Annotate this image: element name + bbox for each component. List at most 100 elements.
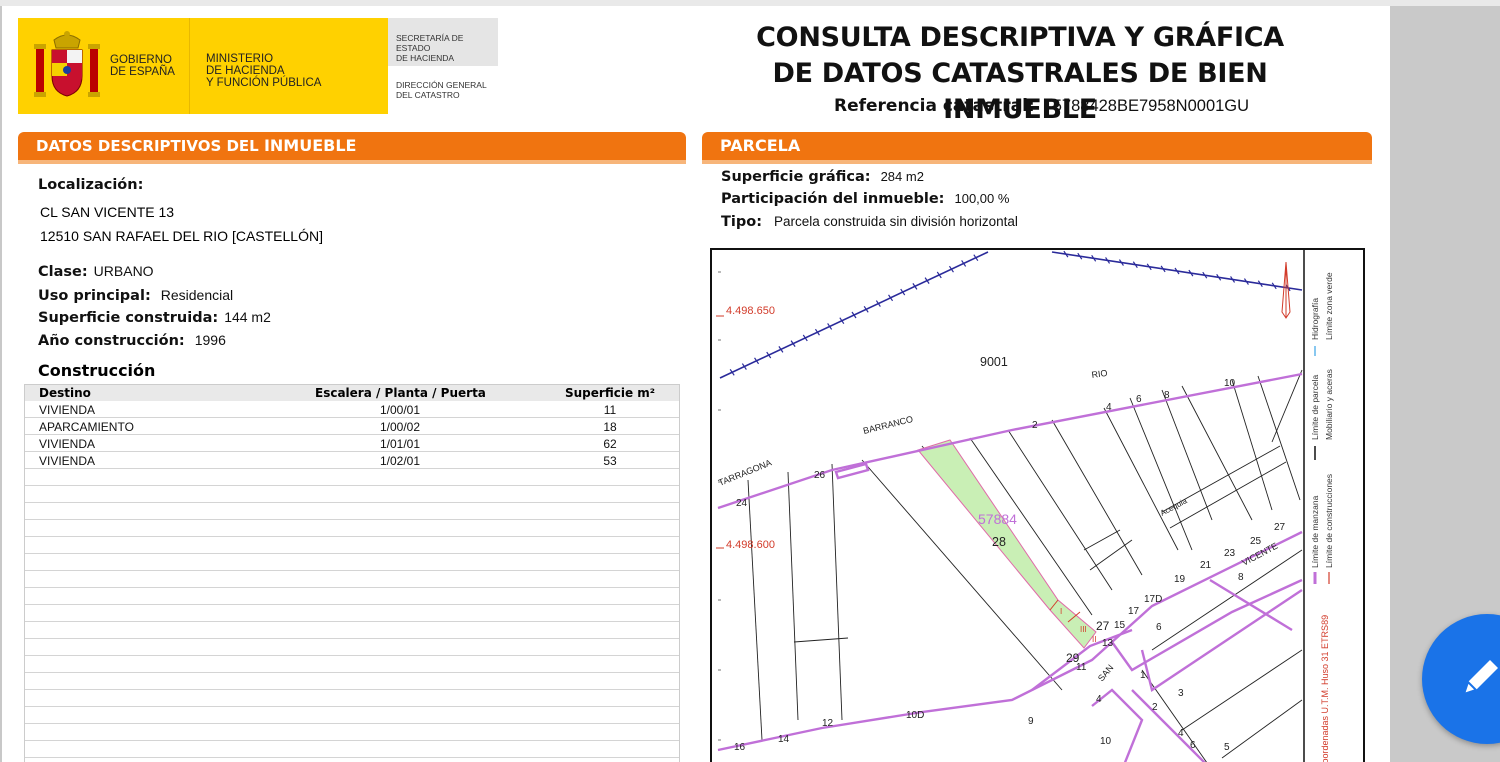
- referencia-catastral: Referencia catastral: 5788428BE7958N0001G…: [834, 96, 1249, 116]
- cell-destino: VIVIENDA: [39, 403, 96, 417]
- block-boundaries: [717, 372, 1303, 762]
- map-number: 25: [1250, 536, 1262, 547]
- document-page: GOBIERNO DE ESPAÑA MINISTERIO DE HACIEND…: [2, 6, 1390, 762]
- ministerio-label: MINISTERIO DE HACIENDA Y FUNCIÓN PÚBLICA: [206, 53, 322, 89]
- uso-value: Residencial: [160, 287, 234, 303]
- map-number: 21: [1200, 560, 1212, 571]
- cell-superficie: 11: [603, 403, 617, 417]
- map-number: 16: [734, 742, 746, 753]
- map-label-parcel-id: 57884: [978, 511, 1017, 527]
- empty-row: [25, 486, 679, 503]
- empty-row: [25, 622, 679, 639]
- legend-hidrografia: Hidrografía: [1310, 298, 1320, 340]
- gobierno-logo: GOBIERNO DE ESPAÑA MINISTERIO DE HACIEND…: [18, 18, 388, 114]
- anio-label: Año construcción:: [38, 333, 185, 349]
- clase-value: URBANO: [93, 263, 154, 279]
- boundary-crosses: [729, 250, 1291, 376]
- participacion-label: Participación del inmueble:: [721, 191, 945, 207]
- empty-row: [25, 537, 679, 554]
- col-escalera: Escalera / Planta / Puerta: [315, 386, 486, 400]
- table-row: VIVIENDA 1/00/01 11: [25, 401, 679, 418]
- map-number: 26: [814, 470, 826, 481]
- map-label-rio: RIO: [1091, 368, 1108, 380]
- legend-zona-verde: Límite zona verde: [1324, 272, 1334, 340]
- logo-divider: [189, 18, 190, 114]
- map-number: 2: [1152, 702, 1158, 713]
- map-label-acequia: Acequia: [1159, 496, 1189, 518]
- direccion-label: DIRECCIÓN GENERAL DEL CATASTRO: [396, 80, 487, 100]
- empty-row: [25, 690, 679, 707]
- map-number: 2: [1032, 420, 1038, 431]
- map-number: 15: [1114, 620, 1126, 631]
- superficie-row: Superficie construida: 144 m2: [38, 309, 271, 327]
- empty-row: [25, 588, 679, 605]
- col-superficie: Superficie m²: [564, 386, 656, 400]
- table-row: VIVIENDA 1/02/01 53: [25, 452, 679, 469]
- legend-manzana: Límite de manzana: [1310, 495, 1320, 568]
- participacion-value: 100,00 %: [954, 191, 1010, 206]
- cell-destino: VIVIENDA: [39, 437, 96, 451]
- map-number: 4: [1096, 694, 1102, 705]
- map-number: 4: [1178, 728, 1184, 739]
- map-roman: I: [1060, 607, 1062, 616]
- map-legend: Hidrografía Límite zona verde Límite de …: [1310, 272, 1334, 762]
- map-number: 6: [1156, 622, 1162, 633]
- map-label-tarragona: TARRAGONA: [717, 457, 773, 487]
- sup-grafica-label: Superficie gráfica:: [721, 169, 871, 185]
- legend-construcciones: Límite de construcciones: [1324, 474, 1334, 568]
- empty-row: [25, 741, 679, 758]
- map-label-9001: 9001: [980, 355, 1008, 369]
- cell-superficie: 62: [603, 437, 617, 451]
- referencia-value: 5788428BE7958N0001GU: [1052, 97, 1250, 115]
- cell-escalera: 1/00/02: [379, 420, 421, 434]
- empty-row: [25, 656, 679, 673]
- tipo-row: Tipo: Parcela construida sin división hor…: [721, 213, 1018, 231]
- empty-row: [25, 639, 679, 656]
- map-number: 11: [1076, 662, 1087, 673]
- empty-row: [25, 707, 679, 724]
- cell-destino: VIVIENDA: [39, 454, 96, 468]
- map-number: 13: [1102, 638, 1114, 649]
- coord-mid-label: 4.498.600: [726, 539, 775, 551]
- uso-row: Uso principal: Residencial: [38, 287, 233, 305]
- map-number: 8: [1164, 390, 1170, 401]
- empty-row: [25, 554, 679, 571]
- empty-row: [25, 469, 679, 486]
- map-roman: III: [1080, 625, 1087, 634]
- clase-row: Clase: URBANO: [38, 263, 154, 281]
- map-number: 6: [1190, 740, 1196, 751]
- map-number: 8: [1238, 572, 1244, 583]
- map-number: 23: [1224, 548, 1236, 559]
- cell-superficie: 18: [603, 420, 617, 434]
- address-line-1: CL SAN VICENTE 13: [40, 204, 175, 220]
- map-label-28: 28: [992, 535, 1006, 549]
- superficie-value: 144 m2: [224, 309, 271, 325]
- clase-label: Clase:: [38, 264, 88, 280]
- construccion-table: Destino Escalera / Planta / Puerta Super…: [24, 384, 680, 762]
- empty-row: [25, 724, 679, 741]
- cell-escalera: 1/02/01: [379, 454, 421, 468]
- title-line-1: CONSULTA DESCRIPTIVA Y GRÁFICA: [756, 22, 1284, 53]
- map-number: 3: [1178, 688, 1184, 699]
- coord-top-label: 4.498.650: [726, 305, 775, 317]
- empty-row: [25, 673, 679, 690]
- empty-row: [25, 571, 679, 588]
- map-label-san: SAN: [1096, 663, 1116, 684]
- empty-row: [25, 520, 679, 537]
- tipo-label: Tipo:: [721, 214, 763, 230]
- localizacion-label: Localización:: [38, 177, 144, 193]
- anio-value: 1996: [194, 332, 226, 348]
- map-number: 17: [1128, 606, 1140, 617]
- highlighted-parcel: [917, 439, 1097, 649]
- superficie-label: Superficie construida:: [38, 310, 219, 326]
- map-number: 12: [822, 718, 834, 729]
- map-roman: II: [1092, 635, 1096, 644]
- map-number: 14: [778, 734, 790, 745]
- cell-escalera: 1/00/01: [379, 403, 421, 417]
- map-number: 24: [736, 498, 748, 509]
- construccion-label: Construcción: [38, 361, 156, 380]
- table-header: Destino Escalera / Planta / Puerta Super…: [25, 385, 679, 401]
- legend-parcela: Límite de parcela: [1310, 375, 1320, 440]
- map-number: 5: [1224, 742, 1230, 753]
- datos-descriptivos-bar: DATOS DESCRIPTIVOS DEL INMUEBLE: [18, 132, 686, 164]
